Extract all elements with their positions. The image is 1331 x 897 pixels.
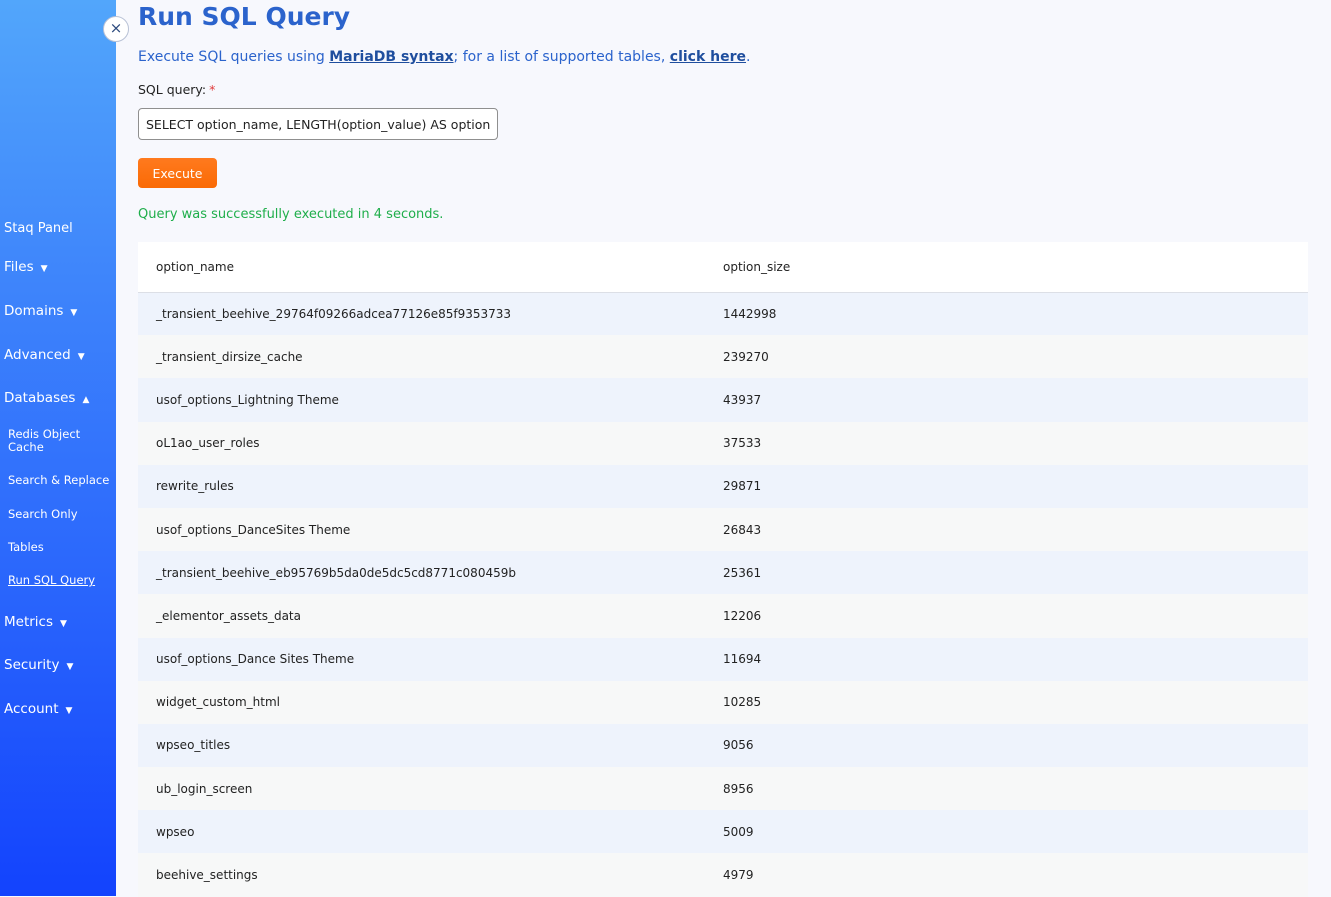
sql-query-input[interactable] xyxy=(138,108,498,140)
cell-option-name: usof_options_DanceSites Theme xyxy=(138,507,705,552)
table-header-row: option_name option_size xyxy=(138,242,1308,293)
cell-option-name: ub_login_screen xyxy=(138,767,705,811)
caret-down-icon: ▼ xyxy=(65,705,73,716)
required-marker: * xyxy=(209,82,216,97)
success-message: Query was successfully executed in 4 sec… xyxy=(138,207,444,222)
intro-prefix: Execute SQL queries using xyxy=(138,49,330,65)
cell-option-size: 5009 xyxy=(705,810,1308,854)
cell-option-name: beehive_settings xyxy=(138,853,705,897)
table-row: oL1ao_user_roles 37533 xyxy=(138,421,1308,465)
cell-option-size: 43937 xyxy=(705,378,1308,422)
cell-option-name: _transient_beehive_eb95769b5da0de5dc5cd8… xyxy=(138,551,705,595)
results-table: option_name option_size _transient_beehi… xyxy=(138,242,1308,897)
intro-text: Execute SQL queries using MariaDB syntax… xyxy=(138,49,750,65)
table-row: beehive_settings 4979 xyxy=(138,853,1308,897)
cell-option-name: rewrite_rules xyxy=(138,464,705,508)
close-icon: × xyxy=(109,19,123,37)
nav-domains[interactable]: Domains ▼ xyxy=(4,303,77,319)
sql-query-label: SQL query: * xyxy=(138,82,215,97)
table-row: rewrite_rules 29871 xyxy=(138,464,1308,508)
nav-account-label: Account xyxy=(4,701,59,717)
cell-option-name: usof_options_Lightning Theme xyxy=(138,378,705,422)
nav-databases[interactable]: Databases ▲ xyxy=(4,390,89,406)
cell-option-size: 8956 xyxy=(705,767,1308,811)
page-title: Run SQL Query xyxy=(138,2,351,31)
cell-option-size: 37533 xyxy=(705,421,1308,465)
column-header-option-name: option_name xyxy=(138,242,705,293)
cell-option-size: 12206 xyxy=(705,594,1308,638)
cell-option-size: 239270 xyxy=(705,335,1308,379)
caret-up-icon: ▲ xyxy=(82,394,90,405)
table-row: usof_options_DanceSites Theme 26843 xyxy=(138,507,1308,552)
table-row: widget_custom_html 10285 xyxy=(138,680,1308,724)
intro-suffix: . xyxy=(746,49,751,65)
cell-option-name: widget_custom_html xyxy=(138,680,705,724)
cell-option-name: wpseo xyxy=(138,810,705,854)
nav-account[interactable]: Account ▼ xyxy=(4,701,72,717)
table-row: usof_options_Dance Sites Theme 11694 xyxy=(138,637,1308,681)
execute-button[interactable]: Execute xyxy=(138,158,217,188)
nav-databases-label: Databases xyxy=(4,390,76,406)
sub-item-search-replace[interactable]: Search & Replace xyxy=(8,474,114,487)
cell-option-size: 4979 xyxy=(705,853,1308,897)
nav-security-label: Security xyxy=(4,657,60,673)
sql-query-label-text: SQL query: xyxy=(138,82,207,97)
intro-middle: ; for a list of supported tables, xyxy=(453,49,670,65)
table-row: ub_login_screen 8956 xyxy=(138,767,1308,811)
cell-option-size: 25361 xyxy=(705,551,1308,595)
cell-option-name: oL1ao_user_roles xyxy=(138,421,705,465)
nav-domains-label: Domains xyxy=(4,303,64,319)
table-row: _elementor_assets_data 12206 xyxy=(138,594,1308,638)
cell-option-size: 9056 xyxy=(705,723,1308,768)
table-row: usof_options_Lightning Theme 43937 xyxy=(138,378,1308,422)
column-header-option-size: option_size xyxy=(705,242,1308,293)
cell-option-name: _elementor_assets_data xyxy=(138,594,705,638)
table-row: wpseo 5009 xyxy=(138,810,1308,854)
cell-option-name: wpseo_titles xyxy=(138,723,705,768)
nav-security[interactable]: Security ▼ xyxy=(4,657,73,673)
caret-down-icon: ▼ xyxy=(40,263,48,274)
nav-files-label: Files xyxy=(4,259,34,275)
cell-option-size: 26843 xyxy=(705,507,1308,552)
cell-option-size: 1442998 xyxy=(705,292,1308,336)
sub-item-run-sql-query[interactable]: Run SQL Query xyxy=(8,574,114,587)
cell-option-size: 11694 xyxy=(705,637,1308,681)
sub-item-redis-object-cache[interactable]: Redis Object Cache xyxy=(8,428,114,454)
sub-item-tables[interactable]: Tables xyxy=(8,541,114,554)
nav-advanced[interactable]: Advanced ▼ xyxy=(4,347,85,363)
panel-title: Staq Panel xyxy=(4,221,73,236)
table-row: _transient_dirsize_cache 239270 xyxy=(138,335,1308,379)
nav-advanced-label: Advanced xyxy=(4,347,71,363)
nav-files[interactable]: Files ▼ xyxy=(4,259,48,275)
sub-item-search-only[interactable]: Search Only xyxy=(8,508,114,521)
cell-option-size: 29871 xyxy=(705,464,1308,508)
table-row: wpseo_titles 9056 xyxy=(138,723,1308,768)
close-sidebar-button[interactable]: × xyxy=(103,16,129,42)
mariadb-syntax-link[interactable]: MariaDB syntax xyxy=(329,49,453,65)
caret-down-icon: ▼ xyxy=(70,307,78,318)
cell-option-name: _transient_dirsize_cache xyxy=(138,335,705,379)
supported-tables-link[interactable]: click here xyxy=(670,49,746,65)
cell-option-name: _transient_beehive_29764f09266adcea77126… xyxy=(138,292,705,336)
caret-down-icon: ▼ xyxy=(77,351,85,362)
caret-down-icon: ▼ xyxy=(66,661,74,672)
table-row: _transient_beehive_eb95769b5da0de5dc5cd8… xyxy=(138,551,1308,595)
cell-option-name: usof_options_Dance Sites Theme xyxy=(138,637,705,681)
sidebar: Staq Panel Files ▼ Domains ▼ Advanced ▼ … xyxy=(0,0,116,896)
nav-metrics-label: Metrics xyxy=(4,614,54,630)
table-row: _transient_beehive_29764f09266adcea77126… xyxy=(138,292,1308,336)
cell-option-size: 10285 xyxy=(705,680,1308,724)
nav-metrics[interactable]: Metrics ▼ xyxy=(4,614,67,630)
caret-down-icon: ▼ xyxy=(60,618,67,629)
